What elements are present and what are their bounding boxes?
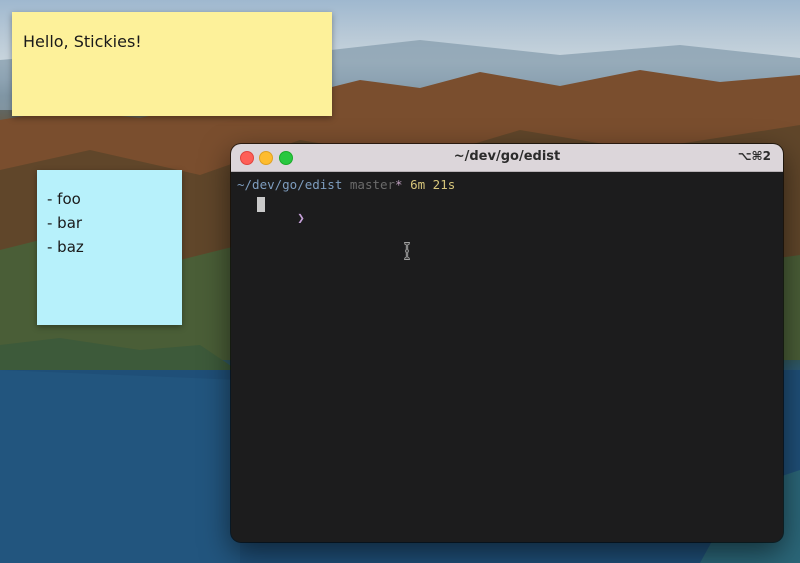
list-item[interactable]: - foo [47,187,84,211]
terminal-content[interactable]: ~/dev/go/edist master* 6m 21s ❯ [231,172,783,542]
input-line[interactable]: ❯ [237,195,305,255]
terminal-window[interactable]: ~/dev/go/edist ⌥⌘2 ~/dev/go/edist master… [231,144,783,542]
window-shortcut-label: ⌥⌘2 [737,149,771,163]
sticky-note-blue[interactable]: - foo - bar - baz [37,170,182,325]
ocean-shallows [0,370,240,563]
desktop: Hello, Stickies! - foo - bar - baz ~/dev… [0,0,800,563]
prompt-path: ~/dev/go/edist [237,177,343,192]
list-item[interactable]: - baz [47,235,84,259]
prompt-chevron-icon: ❯ [297,210,305,225]
prompt-line: ~/dev/go/edist master* 6m 21s [237,177,455,192]
git-branch: master [349,177,396,192]
git-dirty-marker: * [395,177,403,192]
command-duration: 6m 21s [410,177,456,192]
sticky-note-list: - foo - bar - baz [47,187,84,259]
list-item[interactable]: - bar [47,211,84,235]
block-cursor [257,197,265,212]
window-title: ~/dev/go/edist [453,149,561,164]
sticky-note-yellow[interactable]: Hello, Stickies! [12,12,332,116]
text-cursor-icon [403,242,411,260]
title-bar[interactable]: ~/dev/go/edist ⌥⌘2 [231,144,783,172]
sticky-note-text[interactable]: Hello, Stickies! [23,32,142,51]
